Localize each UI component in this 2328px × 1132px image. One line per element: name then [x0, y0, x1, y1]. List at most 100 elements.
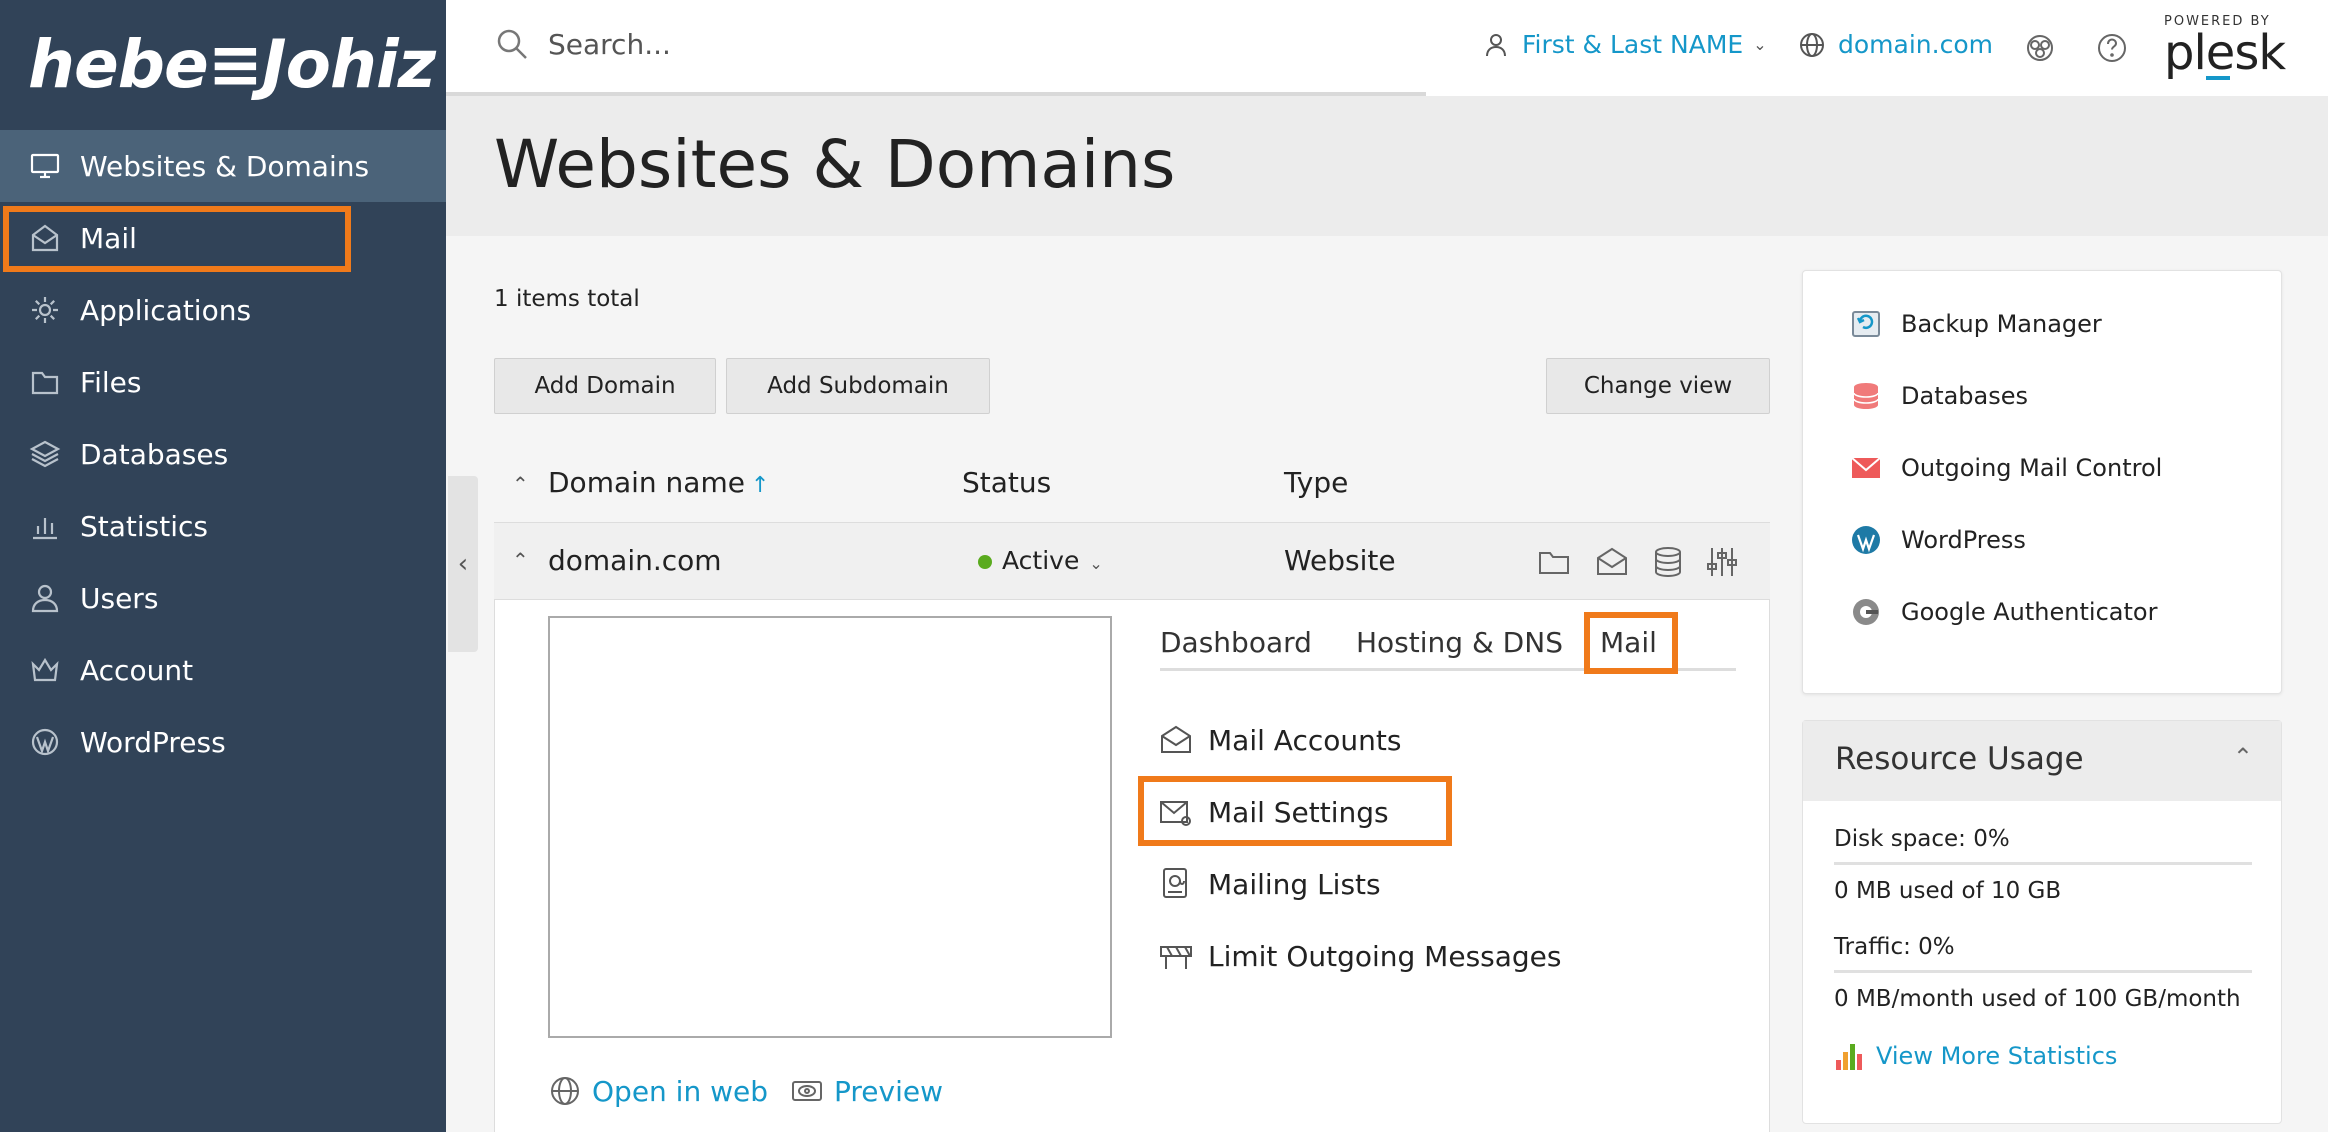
- outgoing-mail-control-link[interactable]: Outgoing Mail Control: [1849, 451, 2162, 485]
- sidebar-item-websites-domains[interactable]: Websites & Domains: [0, 130, 446, 202]
- change-view-button[interactable]: Change view: [1546, 358, 1770, 414]
- globe-icon: [1800, 32, 1824, 57]
- mail-item-label: Mail Accounts: [1208, 723, 1402, 757]
- disk-space-label: Disk space: 0%: [1834, 826, 2010, 852]
- tool-label: Google Authenticator: [1901, 598, 2158, 626]
- tools-panel: Backup Manager Databases Outgoing Mail C…: [1802, 270, 2282, 694]
- site-preview-thumbnail[interactable]: [548, 616, 1112, 1038]
- mail-open-icon: [1161, 725, 1191, 753]
- mail-item-label: Mail Settings: [1208, 795, 1389, 829]
- sidebar-item-label: Files: [80, 365, 142, 399]
- sidebar-item-wordpress[interactable]: WordPress: [0, 706, 446, 778]
- traffic-detail: 0 MB/month used of 100 GB/month: [1834, 986, 2241, 1012]
- folder-icon: [28, 365, 62, 399]
- mail-open-icon: [28, 221, 62, 255]
- sidebar: hebe≡Johiz Websites & Domains Mail Appli…: [0, 0, 446, 1132]
- sidebar-item-applications[interactable]: Applications: [0, 274, 446, 346]
- sidebar-item-label: Statistics: [80, 509, 208, 543]
- sidebar-item-label: Users: [80, 581, 159, 615]
- page-title: Websites & Domains: [494, 126, 1176, 203]
- mail-item-label: Limit Outgoing Messages: [1208, 939, 1562, 973]
- tool-label: Outgoing Mail Control: [1901, 454, 2163, 482]
- backup-manager-link[interactable]: Backup Manager: [1849, 307, 2102, 341]
- plesk-accent-bar: [2206, 76, 2230, 80]
- mail-item-label: Mailing Lists: [1208, 867, 1381, 901]
- chevron-up-icon[interactable]: ⌃: [2233, 743, 2253, 771]
- sidebar-item-label: Websites & Domains: [80, 149, 370, 183]
- sidebar-item-users[interactable]: Users: [0, 562, 446, 634]
- database-icon[interactable]: [1650, 544, 1686, 580]
- disk-usage-bar: [1834, 862, 2252, 865]
- mail-settings-icon: [1160, 801, 1191, 826]
- sidebar-nav: Websites & Domains Mail Applications Fil…: [0, 130, 446, 778]
- sidebar-item-files[interactable]: Files: [0, 346, 446, 418]
- link-label: View More Statistics: [1876, 1042, 2118, 1070]
- add-subdomain-button[interactable]: Add Subdomain: [726, 358, 990, 414]
- tab-mail[interactable]: Mail: [1600, 626, 1657, 659]
- settings-sliders-icon[interactable]: [1704, 544, 1740, 580]
- tool-label: Databases: [1901, 382, 2029, 410]
- monitor-icon: [28, 149, 62, 183]
- limit-outgoing-messages-link[interactable]: Limit Outgoing Messages: [1158, 938, 1562, 974]
- domain-name: domain.com: [1838, 30, 1993, 59]
- tool-label: WordPress: [1901, 526, 2026, 554]
- folder-icon[interactable]: [1536, 544, 1572, 580]
- sidebar-item-account[interactable]: Account: [0, 634, 446, 706]
- sidebar-item-statistics[interactable]: Statistics: [0, 490, 446, 562]
- link-label: Open in web: [592, 1074, 769, 1108]
- add-domain-button[interactable]: Add Domain: [494, 358, 716, 414]
- sidebar-item-label: Mail: [80, 221, 137, 255]
- barrier-icon: [1160, 946, 1192, 969]
- row-status: Active: [1002, 546, 1080, 575]
- row-domain-name[interactable]: domain.com: [548, 544, 722, 577]
- tab-dashboard[interactable]: Dashboard: [1160, 626, 1312, 659]
- preview-link[interactable]: Preview: [790, 1074, 943, 1108]
- mail-settings-link[interactable]: Mail Settings: [1158, 794, 1389, 830]
- community-icon[interactable]: [2024, 32, 2056, 64]
- mail-accounts-link[interactable]: Mail Accounts: [1158, 722, 1401, 758]
- column-header-status[interactable]: Status: [962, 466, 1051, 499]
- user-menu[interactable]: First & Last NAME ⌄: [1482, 30, 1767, 59]
- sidebar-item-label: Databases: [80, 437, 229, 471]
- row-status-dropdown[interactable]: Active ⌄: [978, 546, 1103, 575]
- chevron-down-icon: ⌄: [1753, 35, 1767, 54]
- mailing-lists-link[interactable]: Mailing Lists: [1158, 866, 1381, 902]
- sidebar-item-label: Account: [80, 653, 194, 687]
- resource-usage-header[interactable]: Resource Usage ⌃: [1803, 721, 2281, 801]
- sidebar-item-databases[interactable]: Databases: [0, 418, 446, 490]
- search-input[interactable]: [548, 27, 1068, 61]
- sidebar-item-mail[interactable]: Mail: [0, 202, 446, 274]
- bar-chart-icon: [28, 509, 62, 543]
- column-header-domain[interactable]: Domain name ↑: [548, 466, 769, 499]
- eye-icon: [792, 1081, 822, 1101]
- collapse-all-icon[interactable]: ⌃: [512, 472, 529, 496]
- wordpress-link[interactable]: WordPress: [1849, 523, 2026, 557]
- brand-logo[interactable]: hebe≡Johiz: [28, 14, 436, 114]
- sidebar-item-label: WordPress: [80, 725, 226, 759]
- user-name: First & Last NAME: [1522, 30, 1744, 59]
- view-more-statistics-link[interactable]: View More Statistics: [1834, 1040, 2117, 1072]
- tabs-underline: [1160, 668, 1736, 671]
- global-search: [494, 26, 1068, 62]
- column-header-type[interactable]: Type: [1284, 466, 1348, 499]
- databases-link[interactable]: Databases: [1849, 379, 2028, 413]
- link-label: Preview: [834, 1074, 943, 1108]
- mail-open-icon[interactable]: [1594, 544, 1630, 580]
- user-icon: [1486, 33, 1506, 56]
- globe-icon: [551, 1077, 579, 1105]
- user-icon: [28, 581, 62, 615]
- sort-ascending-icon: ↑: [750, 473, 770, 498]
- chevron-left-icon: ‹: [457, 549, 469, 579]
- domain-selector[interactable]: domain.com: [1798, 30, 1993, 59]
- google-authenticator-link[interactable]: Google Authenticator: [1849, 595, 2157, 629]
- open-in-web-link[interactable]: Open in web: [548, 1074, 768, 1108]
- gear-icon: [28, 293, 62, 327]
- tab-hosting-dns[interactable]: Hosting & DNS: [1356, 626, 1563, 659]
- items-total: 1 items total: [494, 286, 640, 312]
- sidebar-collapse-handle[interactable]: ‹: [448, 476, 478, 652]
- traffic-usage-bar: [1834, 970, 2252, 973]
- collapse-row-icon[interactable]: ⌃: [512, 548, 529, 572]
- help-icon[interactable]: [2096, 32, 2128, 64]
- mailing-list-icon: [1163, 868, 1187, 898]
- status-active-dot: [978, 555, 992, 569]
